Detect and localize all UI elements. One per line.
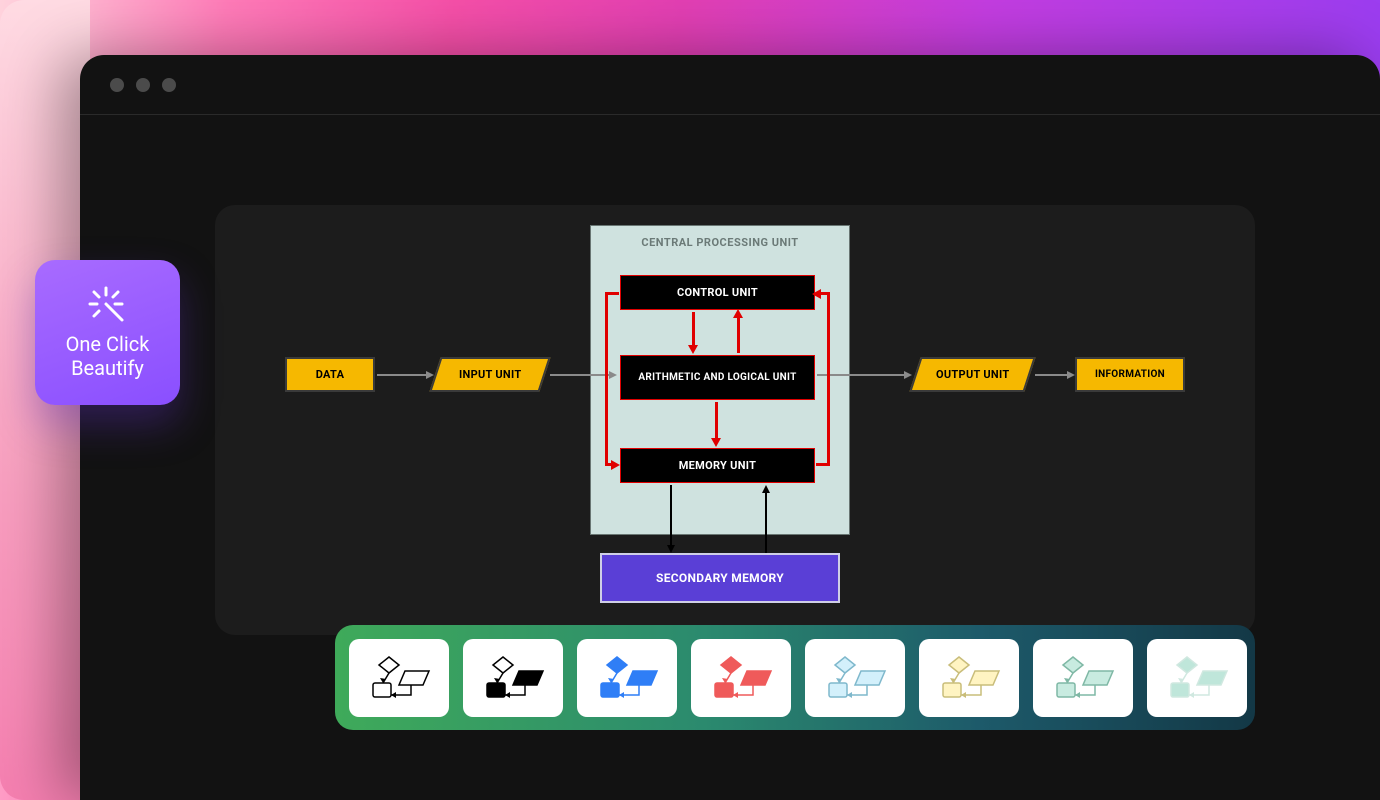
- theme-option-light-blue[interactable]: [805, 639, 905, 717]
- block-output-label: OUTPUT UNIT: [936, 368, 1009, 381]
- block-control-unit[interactable]: CONTROL UNIT: [620, 275, 815, 310]
- block-input-unit[interactable]: INPUT UNIT: [429, 357, 550, 392]
- block-output-unit[interactable]: OUTPUT UNIT: [909, 357, 1035, 392]
- theme-option-outline-filled[interactable]: [463, 639, 563, 717]
- arrow-head-icon: [733, 309, 743, 318]
- window-control-minimize[interactable]: [136, 78, 150, 92]
- theme-option-teal-fade[interactable]: [1147, 639, 1247, 717]
- theme-picker-bar: [335, 625, 1255, 730]
- block-input-label: INPUT UNIT: [459, 368, 521, 381]
- arrow-alu-memory: [715, 402, 718, 440]
- arrow-head-icon: [762, 485, 770, 493]
- theme-option-mint[interactable]: [1033, 639, 1133, 717]
- badge-line1: One Click: [66, 332, 150, 356]
- window-control-close[interactable]: [110, 78, 124, 92]
- arrow-loop-left-vert: [605, 292, 608, 466]
- theme-option-yellow[interactable]: [919, 639, 1019, 717]
- theme-option-red[interactable]: [691, 639, 791, 717]
- cpu-title: CENTRAL PROCESSING UNIT: [591, 226, 849, 249]
- arrow-ctrl-alu-down: [692, 312, 695, 347]
- sparkle-wand-icon: [88, 286, 128, 326]
- arrow-head-icon: [812, 289, 821, 299]
- arrow-head-icon: [609, 371, 617, 379]
- arrow-head-icon: [667, 545, 675, 553]
- arrow-data-to-input: [377, 374, 427, 376]
- badge-line2: Beautify: [71, 356, 144, 380]
- arrow-loop-right-vert: [827, 292, 830, 466]
- theme-option-blue[interactable]: [577, 639, 677, 717]
- theme-option-outline-diamond[interactable]: [349, 639, 449, 717]
- arrow-head-icon: [904, 371, 912, 379]
- block-information[interactable]: INFORMATION: [1075, 357, 1185, 392]
- block-alu[interactable]: ARITHMETIC AND LOGICAL UNIT: [620, 355, 815, 400]
- arrow-head-icon: [426, 371, 434, 379]
- arrow-sec-mem-up: [765, 491, 767, 553]
- arrow-alu-ctrl-up: [737, 315, 740, 353]
- arrow-head-icon: [611, 460, 620, 470]
- badge-text: One Click Beautify: [66, 332, 150, 380]
- window-titlebar: [80, 55, 1380, 115]
- beautify-badge[interactable]: One Click Beautify: [35, 260, 180, 405]
- window-controls: [110, 78, 176, 92]
- block-memory-unit[interactable]: MEMORY UNIT: [620, 448, 815, 483]
- diagram-canvas[interactable]: CENTRAL PROCESSING UNIT DATA INPUT UNIT …: [215, 205, 1255, 635]
- arrow-output-to-info: [1035, 374, 1069, 376]
- block-secondary-memory[interactable]: SECONDARY MEMORY: [600, 553, 840, 603]
- arrow-head-icon: [711, 438, 721, 447]
- arrow-cpu-to-output: [817, 374, 905, 376]
- arrow-input-to-cpu: [550, 374, 610, 376]
- arrow-head-icon: [1067, 371, 1075, 379]
- window-control-maximize[interactable]: [162, 78, 176, 92]
- arrow-head-icon: [688, 345, 698, 354]
- arrow-mem-sec-down: [670, 485, 672, 547]
- block-data[interactable]: DATA: [285, 357, 375, 392]
